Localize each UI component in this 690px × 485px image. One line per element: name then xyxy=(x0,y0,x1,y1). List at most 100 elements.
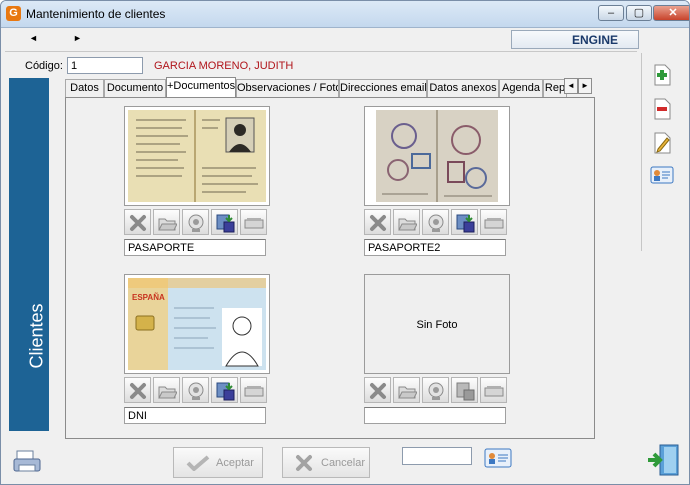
tab-datos[interactable]: Datos xyxy=(65,79,104,97)
tab-datos-anexos[interactable]: Datos anexos xyxy=(427,79,499,97)
add-record-icon[interactable] xyxy=(650,63,674,87)
accept-button[interactable]: Aceptar xyxy=(173,447,263,478)
webcam-button[interactable] xyxy=(182,377,209,403)
scanner-icon xyxy=(244,386,264,397)
client-name: GARCIA MORENO, JUDITH xyxy=(154,60,294,72)
delete-icon xyxy=(370,215,386,231)
no-photo-placeholder[interactable]: Sin Foto xyxy=(364,274,510,374)
minimize-button[interactable]: ‒ xyxy=(598,5,624,21)
document-toolbar xyxy=(124,209,270,235)
scanner-icon xyxy=(244,218,264,229)
contact-card-icon[interactable] xyxy=(650,163,674,187)
scanner-icon xyxy=(484,386,504,397)
webcam-button[interactable] xyxy=(182,209,209,235)
section-sidebar: Clientes xyxy=(9,78,49,431)
scan-save-button[interactable] xyxy=(451,377,478,403)
code-input[interactable] xyxy=(67,57,143,74)
delete-button[interactable] xyxy=(124,377,151,403)
scanner-button[interactable] xyxy=(240,377,267,403)
cancel-label: Cancelar xyxy=(321,457,366,469)
app-logo-icon: G xyxy=(6,6,21,21)
webcam-button[interactable] xyxy=(422,209,449,235)
document-name-field[interactable] xyxy=(364,407,506,424)
exit-icon[interactable] xyxy=(646,443,680,477)
divider xyxy=(5,51,637,52)
folder-icon xyxy=(158,218,177,231)
delete-button[interactable] xyxy=(124,209,151,235)
tab-bar: Datos Documento +Documentos Observacione… xyxy=(65,77,605,98)
code-label: Código: xyxy=(25,60,63,72)
cancel-button[interactable]: Cancelar xyxy=(282,447,370,478)
document-name-field[interactable]: PASAPORTE2 xyxy=(364,239,506,256)
cancel-icon xyxy=(296,455,312,471)
webcam-icon xyxy=(188,382,204,400)
tab-observaciones-foto[interactable]: Observaciones / Foto xyxy=(236,79,339,97)
scan-save-button[interactable] xyxy=(451,209,478,235)
document-name-field[interactable]: DNI xyxy=(124,407,266,424)
open-folder-button[interactable] xyxy=(153,377,180,403)
document-toolbar xyxy=(364,377,510,403)
maximize-button[interactable]: ▢ xyxy=(626,5,652,21)
delete-icon xyxy=(370,383,386,399)
document-toolbar xyxy=(364,209,510,235)
passport-stamps-image xyxy=(376,110,498,202)
scan-save-icon xyxy=(456,382,475,401)
tab-direcciones-email[interactable]: Direcciones email xyxy=(339,79,427,97)
documents-panel: PASAPORTE PASAPORTE2 ESPAÑA DNI Sin Foto xyxy=(65,97,595,439)
close-icon: ✕ xyxy=(668,7,678,19)
document-name-field[interactable]: PASAPORTE xyxy=(124,239,266,256)
minimize-icon: ‒ xyxy=(607,7,615,19)
delete-icon xyxy=(130,383,146,399)
prev-record-button[interactable]: ◄ xyxy=(29,33,38,43)
document-photo[interactable] xyxy=(124,106,270,206)
webcam-icon xyxy=(428,382,444,400)
id-card-image: ESPAÑA xyxy=(128,278,266,370)
print-icon[interactable] xyxy=(13,449,43,475)
scanner-button[interactable] xyxy=(240,209,267,235)
document-photo[interactable]: ESPAÑA xyxy=(124,274,270,374)
webcam-button[interactable] xyxy=(422,377,449,403)
edit-record-icon[interactable] xyxy=(650,131,674,155)
passport-image xyxy=(128,110,266,202)
open-folder-button[interactable] xyxy=(393,377,420,403)
checkmark-icon xyxy=(186,455,210,471)
title-bar: G Mantenimiento de clientes ‒ ▢ ✕ xyxy=(1,1,689,28)
scan-save-icon xyxy=(456,214,475,233)
scanner-icon xyxy=(484,218,504,229)
contact-card-icon[interactable] xyxy=(484,447,512,469)
search-input[interactable] xyxy=(402,447,472,465)
delete-record-icon[interactable] xyxy=(650,97,674,121)
scanner-button[interactable] xyxy=(480,209,507,235)
open-folder-button[interactable] xyxy=(393,209,420,235)
scan-save-icon xyxy=(216,382,235,401)
delete-button[interactable] xyxy=(364,209,391,235)
folder-icon xyxy=(398,386,417,399)
webcam-icon xyxy=(428,214,444,232)
company-label: ENGINE xyxy=(511,30,639,49)
tab-scroll-left-button[interactable]: ◄ xyxy=(564,78,578,94)
scan-save-button[interactable] xyxy=(211,377,238,403)
document-toolbar xyxy=(124,377,270,403)
tab-documento[interactable]: Documento xyxy=(104,79,166,97)
open-folder-button[interactable] xyxy=(153,209,180,235)
webcam-icon xyxy=(188,214,204,232)
delete-button[interactable] xyxy=(364,377,391,403)
sidebar-label: Clientes xyxy=(26,303,47,369)
next-record-button[interactable]: ► xyxy=(73,33,82,43)
document-photo[interactable] xyxy=(364,106,510,206)
folder-icon xyxy=(158,386,177,399)
card-country-text: ESPAÑA xyxy=(132,293,165,302)
folder-icon xyxy=(398,218,417,231)
scan-save-icon xyxy=(216,214,235,233)
window-title: Mantenimiento de clientes xyxy=(26,7,166,21)
tab-mas-documentos[interactable]: +Documentos xyxy=(166,77,236,97)
delete-icon xyxy=(130,215,146,231)
scan-save-button[interactable] xyxy=(211,209,238,235)
tab-agenda[interactable]: Agenda xyxy=(499,79,543,97)
scanner-button[interactable] xyxy=(480,377,507,403)
close-button[interactable]: ✕ xyxy=(653,5,689,21)
maximize-icon: ▢ xyxy=(633,7,645,19)
main-window: G Mantenimiento de clientes ‒ ▢ ✕ ◄ ► EN… xyxy=(0,0,690,485)
accept-label: Aceptar xyxy=(216,457,254,469)
tab-scroll-right-button[interactable]: ► xyxy=(578,78,592,94)
